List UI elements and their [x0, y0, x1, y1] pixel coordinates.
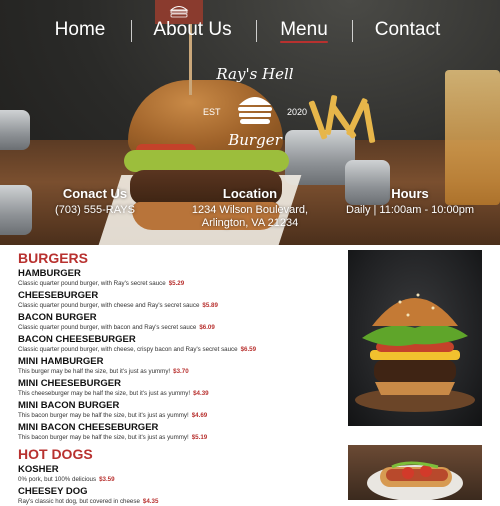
menu-item-price: $4.39: [193, 390, 209, 397]
menu-item-description: Ray's classic hot dog, but covered in ch…: [18, 497, 338, 506]
menu-item: MINI CHEESEBURGER This cheeseburger may b…: [18, 378, 338, 398]
hotdog-illustration: [367, 461, 463, 500]
menu-item: KOSHER 0% pork, but 100% delicious $3.59: [18, 464, 338, 484]
location-info: Location 1234 Wilson Boulevard, Arlingto…: [185, 186, 315, 230]
menu-item-price: $5.19: [191, 434, 208, 441]
menu-item-price: $6.59: [240, 346, 257, 353]
menu-item-description: Classic quarter pound burger, with chees…: [18, 301, 338, 310]
hotdogs-section: HOT DOGS KOSHER 0% pork, but 100% delicio…: [18, 446, 338, 506]
menu-item-name: CHEESEBURGER: [18, 290, 99, 301]
menu-item-name: MINI HAMBURGER: [18, 356, 104, 367]
menu-item-name: BACON BURGER: [18, 312, 97, 323]
menu-item-description: 0% pork, but 100% delicious $3.59: [18, 475, 338, 484]
menu-item-desc-text: Classic quarter pound burger, with Ray's…: [18, 280, 166, 287]
menu-item-price: $3.70: [173, 368, 189, 375]
contact-info: Conact Us (703) 555-RAYS: [50, 186, 140, 217]
menu-item: BACON BURGER Classic quarter pound burger…: [18, 312, 338, 332]
address-line-2: Arlington, VA 21234: [201, 217, 299, 229]
hours-heading: Hours: [391, 186, 429, 201]
menu-item-description: This bacon burger may be half the size, …: [18, 411, 338, 420]
menu-item-desc-text: Classic quarter pound burger, with bacon…: [18, 324, 197, 331]
drink-glass: [445, 70, 500, 205]
logo-est: EST: [203, 107, 221, 117]
menu-item-description: Classic quarter pound burger, with bacon…: [18, 323, 338, 332]
hours-info: Hours Daily | 11:00am - 10:00pm: [345, 186, 475, 217]
menu-item-desc-text: This burger may be half the size, but it…: [18, 368, 171, 375]
logo-name: Ray's Hell: [216, 65, 294, 83]
logo-tagline: Burger: [228, 131, 282, 149]
menu-item-name: HAMBURGER: [18, 268, 81, 279]
hotdog-menu-photo: [348, 445, 482, 500]
menu-item-price: $4.35: [142, 498, 159, 505]
nav-about-us[interactable]: About Us: [145, 14, 240, 48]
section-title: BURGERS: [18, 250, 89, 266]
menu-item-name: MINI BACON CHEESEBURGER: [18, 422, 159, 433]
nav-divider: [256, 20, 257, 42]
menu-item-price: $5.29: [168, 280, 185, 287]
menu-item-desc-text: Classic quarter pound burger, with chees…: [18, 302, 200, 309]
menu-item-desc-text: Classic quarter pound burger, with chees…: [18, 346, 238, 353]
main-nav: Home About Us Menu Contact: [0, 14, 500, 48]
nav-divider: [352, 20, 353, 42]
menu-item-price: $5.89: [202, 302, 218, 309]
menu-item-description: This burger may be half the size, but it…: [18, 367, 338, 376]
logo-year: 2020: [286, 107, 307, 117]
menu-item: MINI BACON CHEESEBURGER This bacon burger…: [18, 422, 338, 442]
menu-item-description: This bacon burger may be half the size, …: [18, 433, 338, 442]
menu-item-price: $3.59: [99, 476, 115, 483]
menu-item-desc-text: Ray's classic hot dog, but covered in ch…: [18, 498, 140, 505]
section-title: HOT DOGS: [18, 446, 93, 462]
phone-number[interactable]: (703) 555-RAYS: [50, 204, 140, 217]
menu-item-description: Classic quarter pound burger, with Ray's…: [18, 279, 338, 288]
nav-contact[interactable]: Contact: [365, 14, 450, 48]
menu-item-name: BACON CHEESEBURGER: [18, 334, 136, 345]
bowl-left-top: [0, 110, 30, 150]
bowl-left-bottom: [0, 185, 32, 235]
menu-item: BACON CHEESEBURGER Classic quarter pound …: [18, 334, 338, 354]
burger-menu-photo: [348, 250, 482, 426]
nav-divider: [131, 20, 132, 42]
menu-item-name: CHEESEY DOG: [18, 486, 88, 497]
menu-item-desc-text: This bacon burger may be half the size, …: [18, 412, 189, 419]
menu-item-name: KOSHER: [18, 464, 59, 475]
menu-item: HAMBURGER Classic quarter pound burger, w…: [18, 268, 338, 288]
burger-illustration: [355, 293, 475, 412]
menu-item-desc-text: 0% pork, but 100% delicious: [18, 476, 97, 483]
contact-heading: Conact Us: [62, 186, 128, 201]
burgers-section: BURGERS HAMBURGER Classic quarter pound b…: [18, 250, 338, 442]
nav-menu[interactable]: Menu: [268, 14, 340, 48]
menu-item-description: Classic quarter pound burger, with chees…: [18, 345, 338, 354]
menu-item-price: $6.09: [199, 324, 215, 331]
nav-home[interactable]: Home: [45, 14, 115, 48]
fries: [308, 94, 380, 144]
menu-item-name: MINI BACON BURGER: [18, 400, 120, 411]
menu-item-desc-text: This cheeseburger may be half the size, …: [18, 390, 191, 397]
menu-item-price: $4.69: [191, 412, 208, 419]
address-line-1: 1234 Wilson Boulevard,: [191, 204, 309, 216]
menu-item-desc-text: This bacon burger may be half the size, …: [18, 434, 189, 441]
burger-logo-icon: [238, 97, 272, 124]
menu-item: MINI HAMBURGER This burger may be half th…: [18, 356, 338, 376]
menu-item: CHEESEBURGER Classic quarter pound burger…: [18, 290, 338, 310]
menu-item-description: This cheeseburger may be half the size, …: [18, 389, 338, 398]
menu-item-name: MINI CHEESEBURGER: [18, 378, 121, 389]
menu-item: MINI BACON BURGER This bacon burger may b…: [18, 400, 338, 420]
restaurant-logo: Ray's Hell EST 2020 Burger: [195, 65, 315, 155]
hours-text: Daily | 11:00am - 10:00pm: [346, 204, 474, 216]
menu-item: CHEESEY DOG Ray's classic hot dog, but co…: [18, 486, 338, 506]
location-heading: Location: [222, 186, 278, 201]
